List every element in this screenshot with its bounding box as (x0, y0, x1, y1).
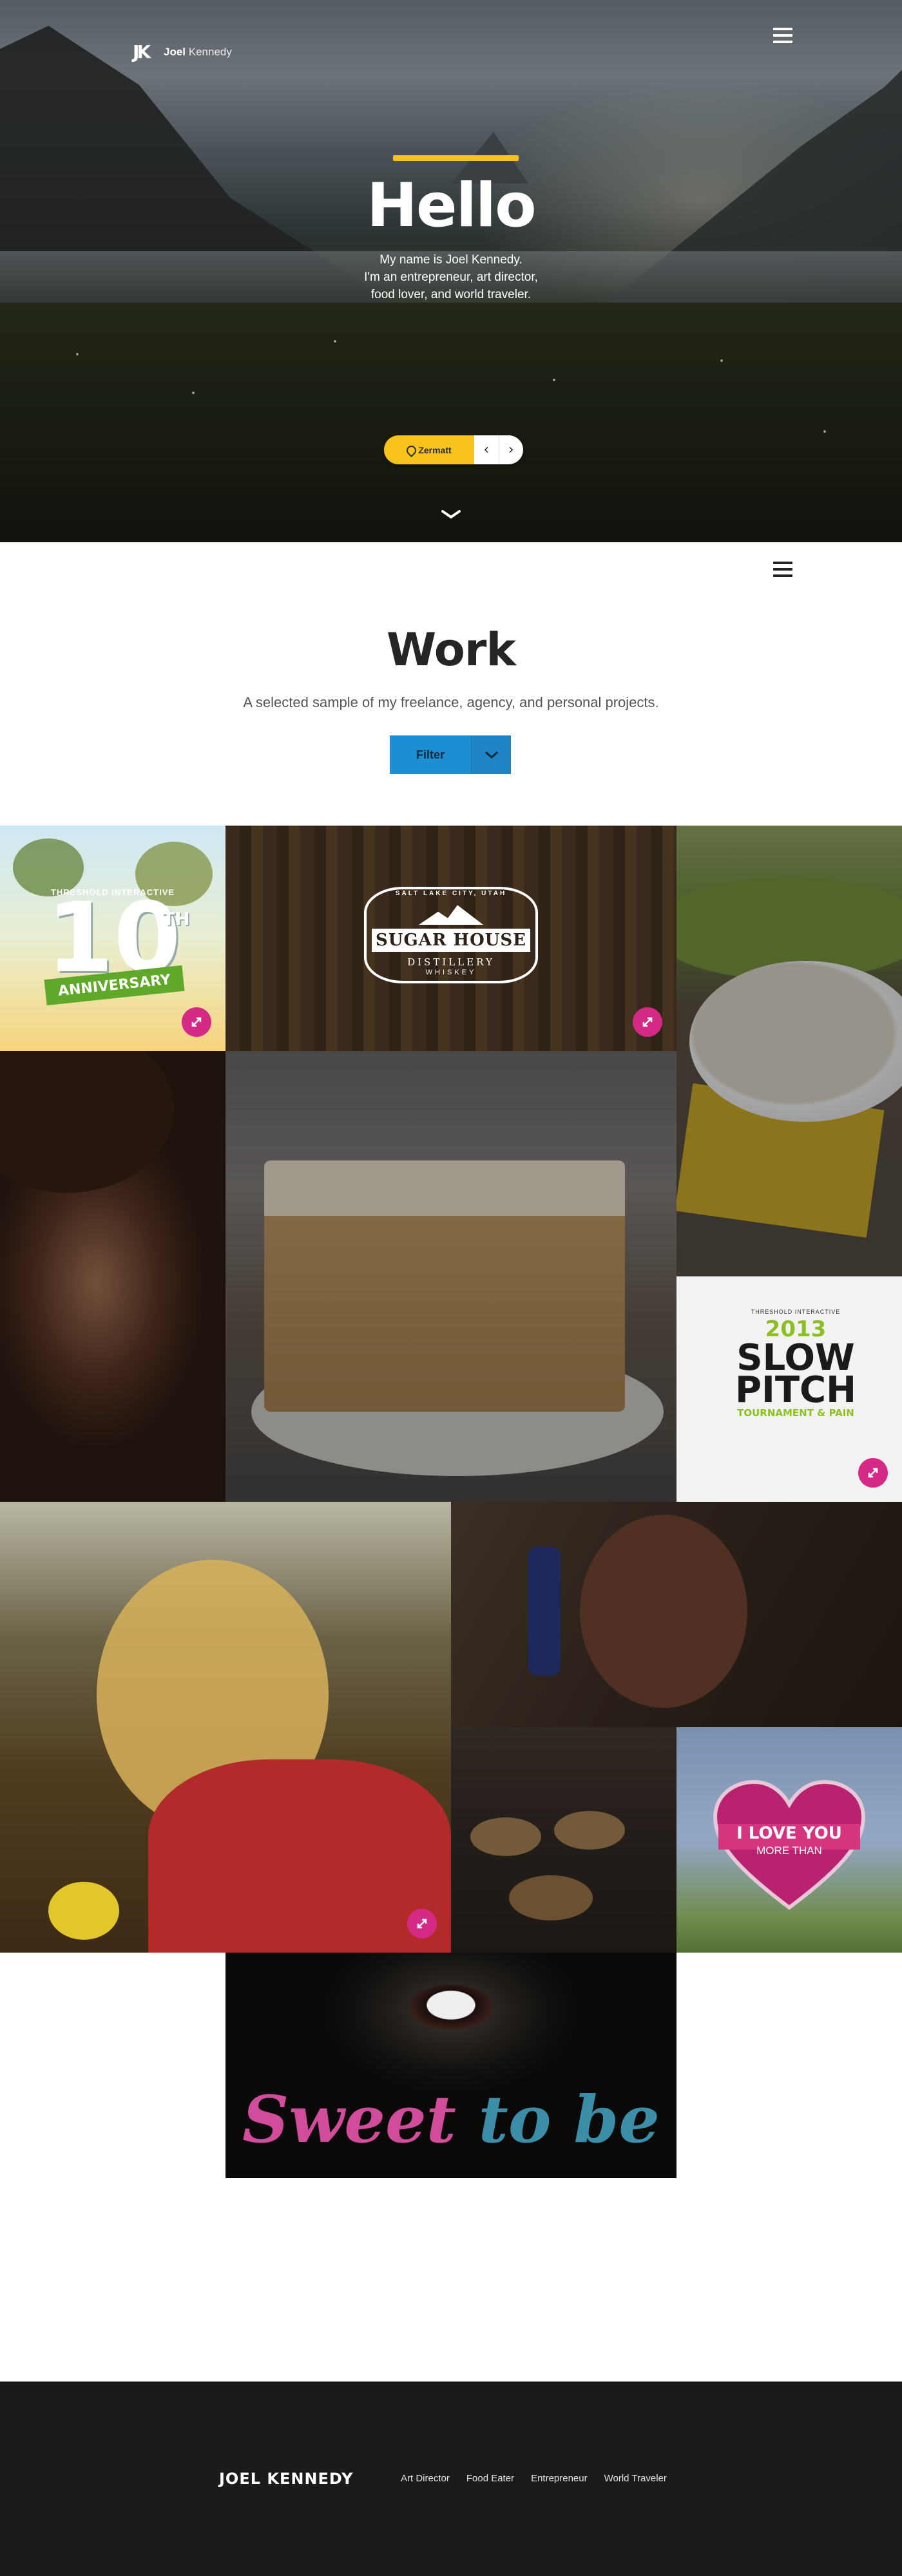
expand-icon[interactable] (858, 1458, 888, 1488)
portfolio-tile-cake[interactable] (225, 1051, 676, 1502)
anniversary-suffix: TH (162, 908, 190, 929)
portfolio-tile-portrait[interactable] (0, 1051, 225, 1502)
footer-link-food-eater[interactable]: Food Eater (466, 2473, 514, 2484)
sweet-word-2: to be (478, 2081, 660, 2157)
heart-line-1: I LOVE YOU (736, 1824, 842, 1843)
hero-subtitle-line: food lover, and world traveler. (370, 288, 532, 301)
hamburger-menu-icon[interactable] (773, 28, 792, 43)
filter-label: Filter (416, 748, 445, 761)
site-footer: JOEL KENNEDY Art Director Food Eater Ent… (0, 2382, 902, 2576)
portfolio-tile-anniversary[interactable]: THRESHOLD INTERACTIVE 10 TH ANNIVERSARY (0, 826, 225, 1051)
portfolio-tile-sugar-house[interactable]: SALT LAKE CITY, UTAH SUGAR HOUSE DISTILL… (225, 826, 676, 1051)
tile-overlay (451, 1727, 676, 1953)
footer-link-entrepreneur[interactable]: Entrepreneur (531, 2473, 588, 2484)
sugar-house-name: SUGAR HOUSE (372, 929, 530, 952)
heart-line-2: MORE THAN (756, 1844, 822, 1857)
portfolio-tile-oatmeal[interactable] (676, 826, 902, 1276)
hero-title: Hello (367, 171, 536, 241)
site-logo[interactable]: JK Joel Kennedy (133, 41, 232, 63)
mouth (409, 1985, 493, 2030)
footer-brand[interactable]: JOEL KENNEDY (219, 2470, 354, 2488)
footer-nav: Art Director Food Eater Entrepreneur Wor… (401, 2473, 684, 2484)
tile-overlay (676, 826, 902, 1276)
slow-pitch-logo: THRESHOLD INTERACTIVE 2013 SLOW PITCH TO… (731, 1309, 860, 1419)
chevron-down-icon (471, 735, 511, 774)
expand-icon[interactable] (407, 1909, 437, 1938)
logo-mark: JK (133, 41, 151, 62)
location-arrows: ‹ › (474, 435, 523, 464)
hero-subtitle: My name is Joel Kennedy. I'm an entrepre… (290, 251, 612, 303)
portfolio-tile-baking[interactable] (451, 1727, 676, 1953)
page: JK Joel Kennedy Hello My name is Joel Ke… (0, 0, 902, 2576)
expand-icon[interactable] (633, 1007, 662, 1037)
hero-subtitle-line: My name is Joel Kennedy. (379, 253, 523, 267)
tile-overlay (225, 1051, 676, 1502)
sweet-word-1: Sweet (242, 2081, 456, 2157)
footer-link-art-director[interactable]: Art Director (401, 2473, 450, 2484)
portfolio-tile-sweet-to-be[interactable]: Sweet to be (225, 1953, 676, 2178)
location-button[interactable]: Zermatt (384, 435, 474, 464)
sugar-house-product: WHISKEY (425, 969, 477, 976)
portfolio-tile-slow-pitch[interactable]: THRESHOLD INTERACTIVE 2013 SLOW PITCH TO… (676, 1276, 902, 1502)
tile-overlay (0, 1051, 225, 1502)
location-label: Zermatt (418, 444, 452, 455)
hero-subtitle-line: I'm an entrepreneur, art director, (364, 270, 538, 284)
work-subtitle: A selected sample of my freelance, agenc… (243, 694, 659, 710)
sugar-house-location: SALT LAKE CITY, UTAH (395, 890, 507, 897)
footer-link-world-traveler[interactable]: World Traveler (604, 2473, 667, 2484)
slow-pitch-title-2: PITCH (734, 1369, 857, 1412)
chevron-left-icon[interactable]: ‹ (474, 435, 499, 464)
portfolio-tile-beach-drink[interactable] (451, 1502, 902, 1727)
hero-section: JK Joel Kennedy Hello My name is Joel Ke… (0, 0, 902, 542)
hamburger-menu-icon[interactable] (773, 562, 792, 577)
slow-pitch-tagline: TOURNAMENT & PAIN (737, 1406, 854, 1419)
location-switcher: Zermatt ‹ › (384, 435, 523, 464)
tile-overlay (451, 1502, 902, 1727)
hero-accent-bar (393, 155, 519, 161)
work-title: Work (387, 623, 516, 676)
bracelet (48, 1882, 119, 1940)
chevron-down-icon[interactable] (441, 509, 461, 520)
portfolio-tile-laughing-woman[interactable] (0, 1502, 451, 1953)
logo-last-name: Kennedy (188, 46, 232, 58)
portfolio-tile-heart[interactable]: I LOVE YOU MORE THAN (676, 1727, 902, 1953)
sugar-house-sub: DISTILLERY (407, 956, 495, 968)
filter-dropdown[interactable]: Filter (390, 735, 511, 774)
expand-icon[interactable] (182, 1007, 211, 1037)
slow-pitch-top: THRESHOLD INTERACTIVE (751, 1309, 841, 1315)
map-pin-icon (407, 446, 414, 455)
red-dress (148, 1759, 451, 1953)
logo-first-name: Joel (164, 46, 186, 58)
sweet-to-be-text: Sweet to be (225, 2081, 676, 2157)
logo-text: Joel Kennedy (164, 46, 232, 59)
